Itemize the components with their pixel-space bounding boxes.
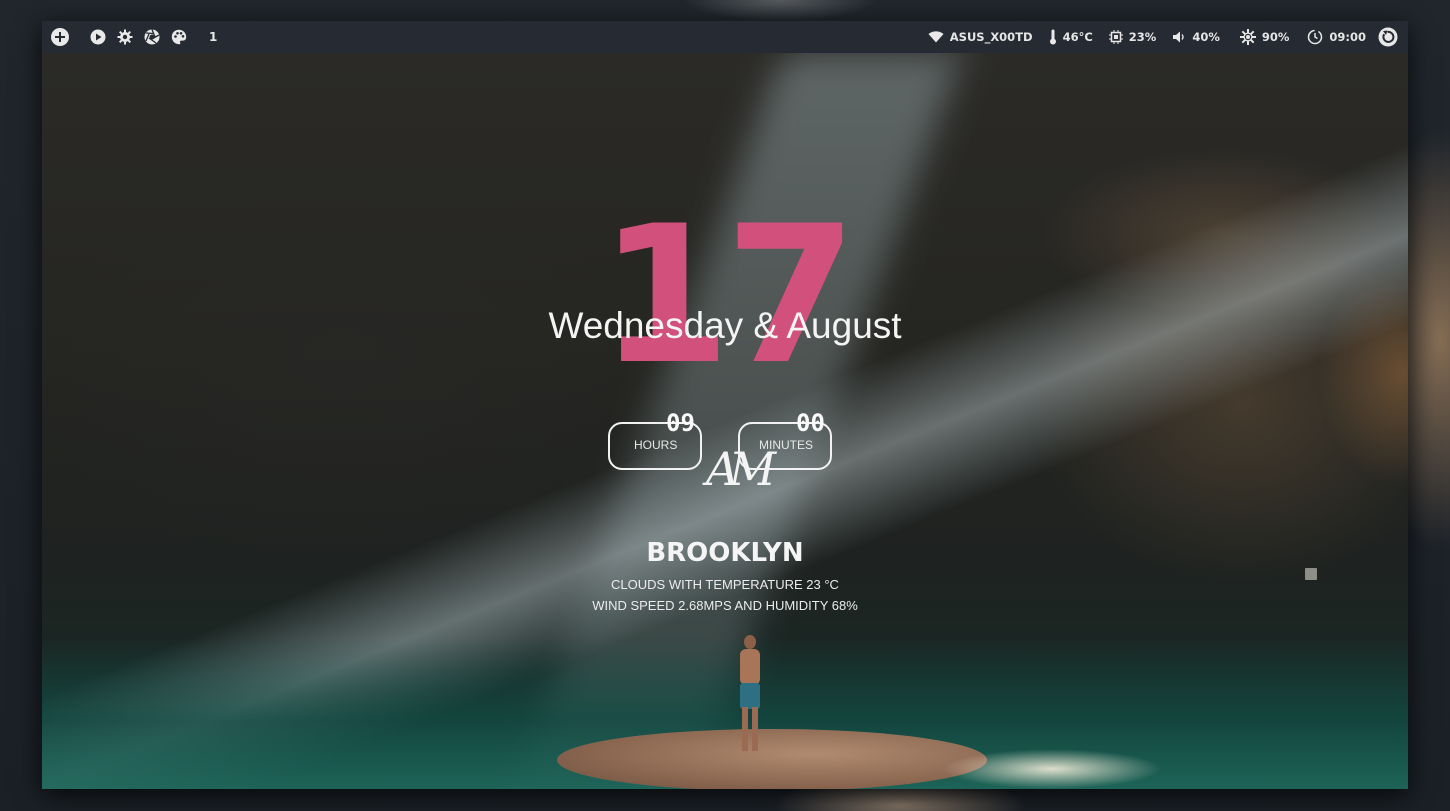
weather-conditions: CLOUDS WITH TEMPERATURE 23 °C <box>611 577 839 592</box>
temperature-status[interactable]: 46°C <box>1049 29 1093 45</box>
date-weekday-month: Wednesday & August <box>548 305 902 346</box>
minutes-value: 00 <box>796 409 825 437</box>
clock-label: 09:00 <box>1329 30 1366 44</box>
weather-wind-humidity: WIND SPEED 2.68MPS AND HUMIDITY 68% <box>592 598 858 613</box>
meridiem-label: AM <box>705 442 776 496</box>
top-bar-left: 1 <box>50 21 217 53</box>
add-circle-icon[interactable] <box>50 27 70 47</box>
gear-icon[interactable] <box>117 29 133 45</box>
brightness-label: 90% <box>1261 30 1290 44</box>
clock-status[interactable]: 09:00 <box>1307 29 1366 45</box>
top-bar-right: ASUS_X00TD 46°C 23% 40% 90% 09:00 <box>912 21 1398 53</box>
date-day-number: 17 <box>598 185 857 406</box>
wifi-label: ASUS_X00TD <box>949 30 1033 44</box>
volume-label: 40% <box>1192 30 1220 44</box>
clock-widget: 09 00 HOURS MINUTES AM <box>608 404 848 524</box>
volume-status[interactable]: 40% <box>1172 30 1220 44</box>
play-icon[interactable] <box>90 29 106 45</box>
workspace-indicator[interactable]: 1 <box>209 30 217 44</box>
wallpaper-rock-glow <box>942 749 1162 789</box>
hours-value: 09 <box>666 409 695 437</box>
volume-icon <box>1172 30 1186 44</box>
brightness-status[interactable]: 90% <box>1239 29 1290 45</box>
wifi-status[interactable]: ASUS_X00TD <box>928 30 1033 44</box>
hours-label: HOURS <box>634 438 678 452</box>
wallpaper-person <box>736 635 764 755</box>
temperature-label: 46°C <box>1062 30 1093 44</box>
brightness-icon <box>1239 29 1256 45</box>
desktop-screen: 1 ASUS_X00TD 46°C 23% 40% 90% 09:00 17 W… <box>42 21 1408 789</box>
cpu-status[interactable]: 23% <box>1108 30 1157 44</box>
top-bar: 1 ASUS_X00TD 46°C 23% 40% 90% 09:00 <box>42 21 1408 53</box>
clock-icon <box>1307 29 1323 45</box>
aperture-icon[interactable] <box>144 29 160 45</box>
wifi-icon <box>928 31 944 43</box>
weather-city: BROOKLYN <box>646 538 804 568</box>
cpu-icon <box>1108 30 1123 44</box>
power-icon[interactable] <box>1378 27 1398 47</box>
palette-icon[interactable] <box>171 29 187 45</box>
thermometer-icon <box>1049 29 1057 45</box>
wallpaper-rock <box>557 729 987 789</box>
cpu-label: 23% <box>1128 30 1157 44</box>
